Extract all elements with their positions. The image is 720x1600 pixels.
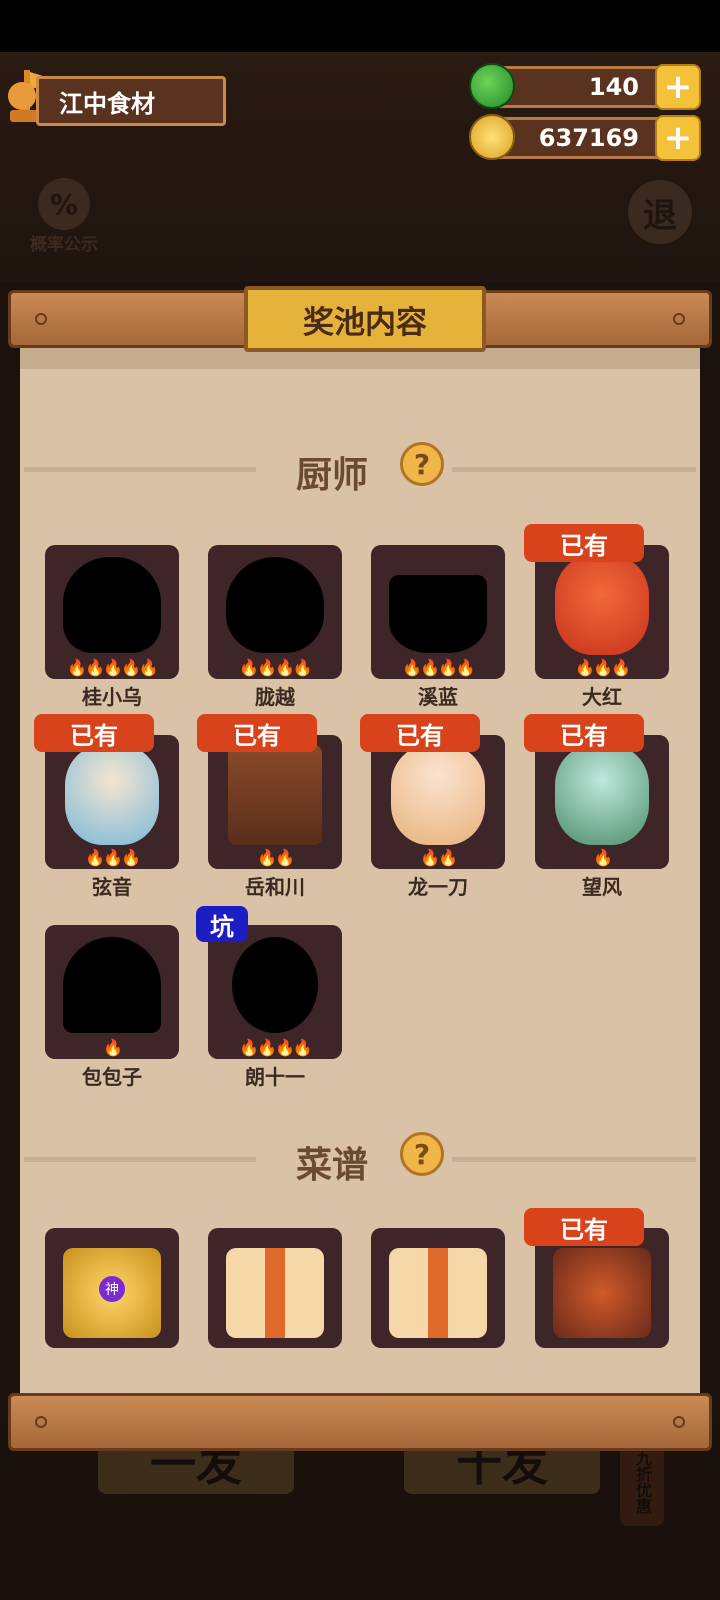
status-bar	[0, 0, 720, 52]
star-flames: 🔥	[593, 848, 613, 867]
locked-chef-silhouette	[63, 937, 161, 1033]
jade-icon	[469, 63, 515, 109]
add-jade-button[interactable]: +	[655, 64, 701, 110]
jade-currency: 140 +	[469, 63, 701, 110]
chef-card[interactable]: 🔥🔥🔥	[45, 735, 179, 869]
star-flames: 🔥🔥🔥	[85, 848, 141, 867]
coin-currency: 637169 +	[469, 114, 701, 161]
chef-card[interactable]: 🔥🔥🔥	[535, 545, 669, 679]
star-flames: 🔥🔥🔥🔥🔥	[67, 658, 159, 677]
discount-badge: 九折优惠	[620, 1438, 664, 1526]
divider	[452, 1157, 696, 1162]
star-flames: 🔥🔥🔥🔥	[239, 658, 313, 677]
panel-bottom-rod	[8, 1393, 712, 1451]
locked-chef-silhouette	[232, 937, 318, 1033]
locked-chef-silhouette	[63, 557, 161, 653]
recipe-scroll-icon	[226, 1248, 324, 1338]
owned-tag: 已有	[524, 524, 644, 562]
chef-name: 胧越	[255, 685, 295, 709]
recipe-card[interactable]: 神	[45, 1228, 179, 1348]
chef-name: 朗十一	[245, 1065, 305, 1089]
star-flames: 🔥🔥	[257, 848, 295, 867]
chef-name: 包包子	[82, 1065, 142, 1089]
chef-card[interactable]: 🔥🔥	[208, 735, 342, 869]
recipes-section-header: 菜谱 ?	[20, 1130, 700, 1186]
chefs-help-icon[interactable]: ?	[400, 442, 444, 486]
jade-amount: 140	[588, 73, 639, 101]
chef-xianyin-portrait	[65, 745, 159, 845]
coin-icon	[469, 114, 515, 160]
exit-button: 退	[628, 180, 692, 244]
probability-button: % 概率公示	[18, 178, 110, 258]
panel-title: 奖池内容	[244, 286, 486, 352]
probability-label: 概率公示	[30, 235, 98, 255]
chefs-section-header: 厨师 ?	[20, 440, 700, 496]
chef-dahong-portrait	[555, 555, 649, 655]
recipes-help-icon[interactable]: ?	[400, 1132, 444, 1176]
owned-tag: 已有	[524, 714, 644, 752]
god-badge: 神	[99, 1276, 125, 1302]
nail	[673, 1416, 685, 1428]
chef-wangfeng-portrait	[555, 745, 649, 845]
add-coin-button[interactable]: +	[655, 115, 701, 161]
chef-card[interactable]: 🔥🔥🔥🔥	[208, 925, 342, 1059]
star-flames: 🔥🔥🔥🔥	[402, 658, 476, 677]
chef-longyidao-portrait	[391, 745, 485, 845]
owned-tag: 已有	[360, 714, 480, 752]
owned-tag: 已有	[197, 714, 317, 752]
recipe-card[interactable]	[371, 1228, 505, 1348]
divider	[452, 467, 696, 472]
recipe-scroll-icon	[389, 1248, 487, 1338]
chef-name: 大红	[582, 685, 622, 709]
divider	[24, 1157, 256, 1162]
chef-card[interactable]: 🔥	[535, 735, 669, 869]
panel-title-text: 奖池内容	[303, 304, 427, 341]
chef-name: 弦音	[92, 875, 132, 899]
dish-icon	[553, 1248, 651, 1338]
recipes-title: 菜谱	[296, 1145, 369, 1186]
nail	[35, 1416, 47, 1428]
chefs-title: 厨师	[296, 455, 369, 496]
nail	[673, 313, 685, 325]
percent-gear-icon: %	[38, 178, 90, 230]
divider	[24, 467, 256, 472]
location-name: 江中食材	[59, 89, 155, 118]
chef-card[interactable]: 🔥🔥🔥🔥	[371, 545, 505, 679]
location-label[interactable]: 江中食材	[36, 76, 226, 126]
chef-card[interactable]: 🔥🔥🔥🔥🔥	[45, 545, 179, 679]
chef-yuehechuan-portrait	[228, 745, 322, 845]
chef-card[interactable]: 🔥🔥	[371, 735, 505, 869]
chef-name: 溪蓝	[418, 685, 458, 709]
chef-name: 龙一刀	[408, 875, 468, 899]
owned-tag: 已有	[524, 1208, 644, 1246]
chef-name: 岳和川	[245, 875, 305, 899]
recipe-card[interactable]	[208, 1228, 342, 1348]
locked-chef-silhouette	[389, 575, 487, 653]
star-flames: 🔥	[103, 1038, 123, 1057]
star-flames: 🔥🔥🔥🔥	[239, 1038, 313, 1057]
chef-card[interactable]: 🔥🔥🔥🔥	[208, 545, 342, 679]
pit-tag: 坑	[196, 906, 248, 942]
star-flames: 🔥🔥	[420, 848, 458, 867]
nail	[35, 313, 47, 325]
coin-amount: 637169	[538, 124, 639, 152]
star-flames: 🔥🔥🔥	[575, 658, 631, 677]
chef-name: 桂小乌	[82, 685, 142, 709]
recipe-card[interactable]	[535, 1228, 669, 1348]
chef-name: 望风	[582, 875, 622, 899]
locked-chef-silhouette	[226, 557, 324, 653]
owned-tag: 已有	[34, 714, 154, 752]
chef-card[interactable]: 🔥	[45, 925, 179, 1059]
